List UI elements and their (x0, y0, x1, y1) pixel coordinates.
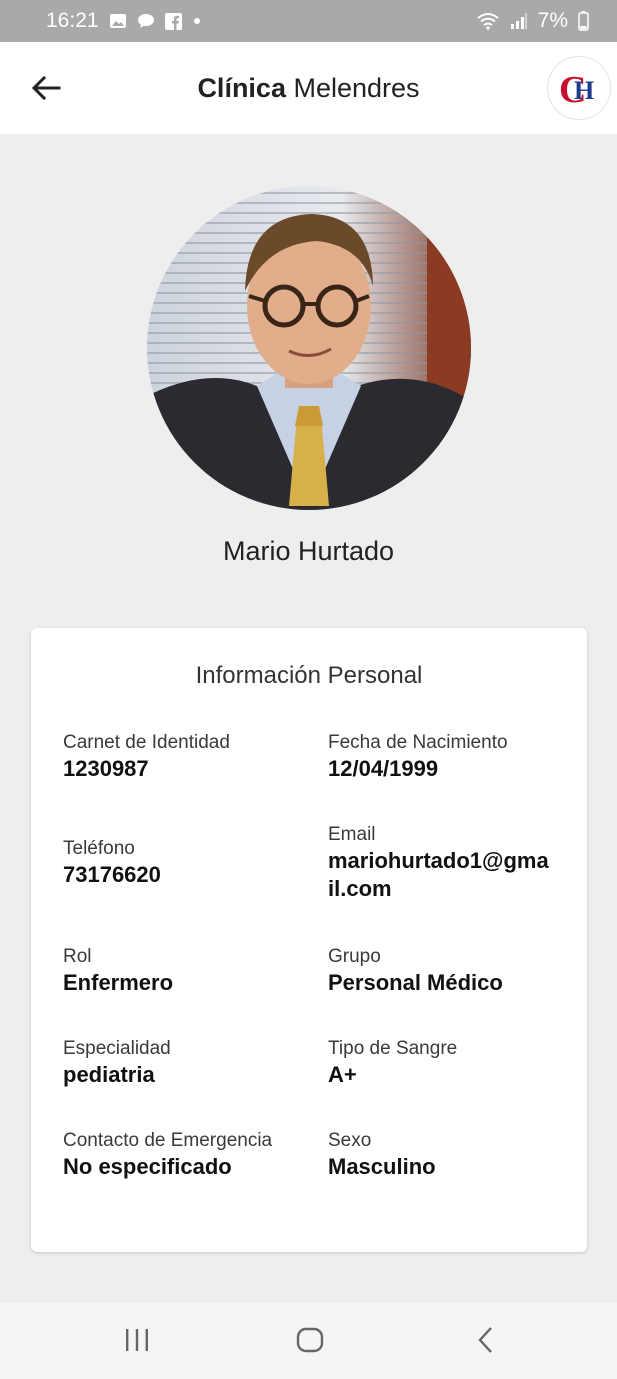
clinic-logo[interactable]: C H (547, 56, 611, 120)
page-title: Clínica Melendres (0, 73, 617, 104)
field-value: No especificado (63, 1154, 232, 1179)
battery-icon (578, 11, 589, 31)
field-label: Email (328, 824, 376, 845)
field-value: Masculino (328, 1154, 436, 1179)
field-label: Sexo (328, 1130, 372, 1151)
home-icon (296, 1327, 324, 1353)
field-value: Enfermero (63, 970, 174, 995)
dot-icon (192, 16, 202, 26)
field-email: Email mariohurtado1@gmail.com (328, 823, 553, 903)
field-label: Tipo de Sangre (328, 1038, 458, 1059)
field-especialidad: Especialidad pediatria (63, 1037, 303, 1089)
card-title: Información Personal (195, 662, 423, 689)
title-regular: Melendres (285, 73, 420, 103)
system-nav-bar (0, 1303, 617, 1379)
home-button[interactable] (295, 1325, 325, 1360)
field-telefono: Teléfono 73176620 (63, 837, 303, 889)
field-value: 73176620 (63, 862, 161, 887)
image-icon (109, 13, 127, 29)
title-bold: Clínica (197, 73, 286, 103)
field-value: mariohurtado1@gmail.com (328, 848, 549, 901)
avatar-photo (147, 186, 471, 510)
facebook-icon (164, 12, 182, 30)
logo-letter-h: H (574, 76, 594, 105)
recent-apps-button[interactable] (122, 1325, 152, 1360)
status-right: 7% (476, 9, 589, 33)
field-label: Rol (63, 946, 92, 967)
clinic-logo-icon: C H (559, 69, 594, 110)
field-carnet: Carnet de Identidad 1230987 (63, 731, 303, 783)
field-label: Carnet de Identidad (63, 732, 230, 753)
app-bar: Clínica Melendres C H (0, 42, 617, 134)
personal-info-card: Información Personal Carnet de Identidad… (31, 628, 587, 1252)
wifi-icon (476, 12, 500, 30)
field-sexo: Sexo Masculino (328, 1129, 558, 1181)
recent-apps-icon (126, 1329, 148, 1351)
field-rol: Rol Enfermero (63, 945, 303, 997)
profile-name: Mario Hurtado (222, 536, 395, 566)
signal-icon (510, 12, 528, 30)
profile-avatar (147, 186, 471, 510)
field-value: 1230987 (63, 756, 149, 781)
system-back-button[interactable] (472, 1325, 502, 1360)
field-value: 12/04/1999 (328, 756, 439, 781)
field-label: Fecha de Nacimiento (328, 732, 508, 753)
field-tipo-sangre: Tipo de Sangre A+ (328, 1037, 558, 1089)
field-grupo: Grupo Personal Médico (328, 945, 558, 997)
field-fecha-nacimiento: Fecha de Nacimiento 12/04/1999 (328, 731, 558, 783)
field-label: Grupo (328, 946, 381, 967)
field-label: Teléfono (63, 838, 135, 859)
battery-percent: 7% (537, 9, 568, 32)
field-label: Especialidad (63, 1038, 171, 1059)
status-left: 16:21 (46, 9, 202, 33)
field-value: A+ (328, 1062, 357, 1087)
status-bar: 16:21 7% (0, 0, 617, 42)
field-value: pediatria (63, 1062, 155, 1087)
field-value: Personal Médico (328, 970, 503, 995)
field-contacto-emergencia: Contacto de Emergencia No especificado (63, 1129, 323, 1181)
field-label: Contacto de Emergencia (63, 1130, 273, 1151)
chat-icon (137, 13, 155, 29)
back-icon (478, 1327, 492, 1353)
status-time: 16:21 (46, 9, 99, 32)
